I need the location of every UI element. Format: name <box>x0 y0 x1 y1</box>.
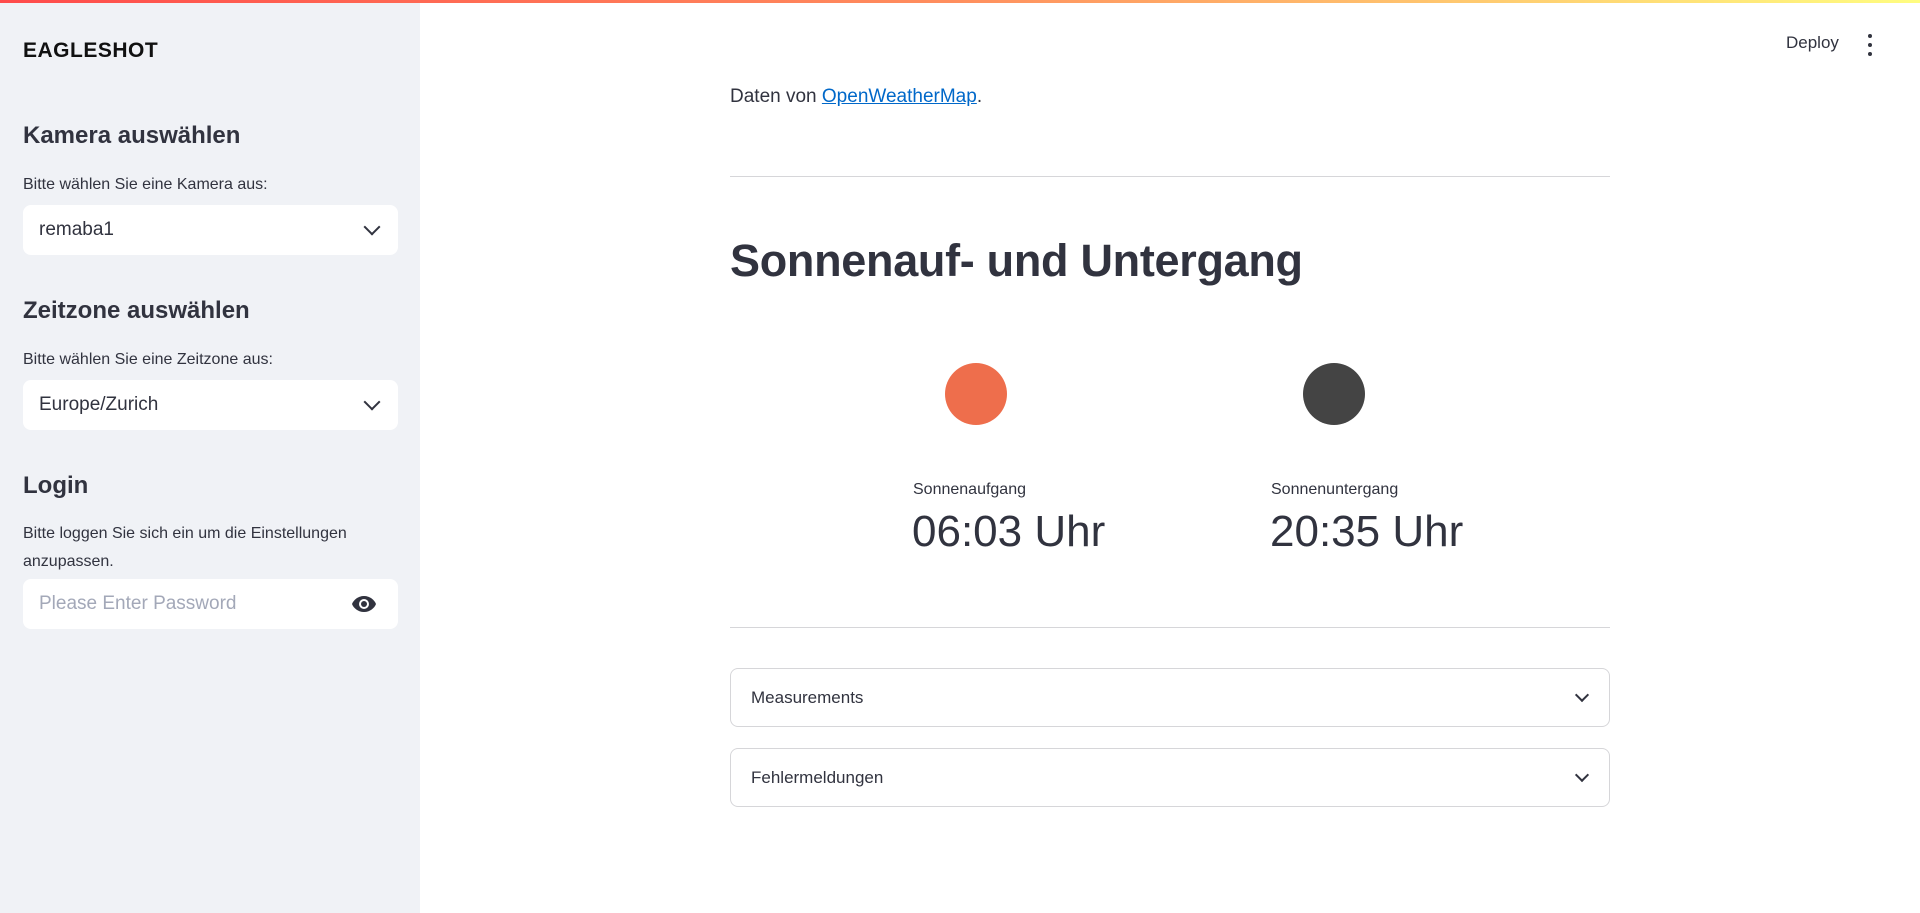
login-heading: Login <box>23 472 89 499</box>
sunrise-time: 06:03 Uhr <box>912 507 1106 556</box>
password-input[interactable] <box>23 579 342 629</box>
sunset-label: Sonnenuntergang <box>1271 481 1399 498</box>
camera-select[interactable]: remaba1 <box>23 205 398 255</box>
camera-heading: Kamera auswählen <box>23 122 241 149</box>
kebab-menu-icon[interactable] <box>1866 34 1874 56</box>
chevron-down-icon <box>363 393 381 411</box>
data-source-prefix: Daten von <box>730 86 822 107</box>
expander-label: Fehlermeldungen <box>751 767 884 787</box>
timezone-heading: Zeitzone auswählen <box>23 297 250 324</box>
data-source-line: Daten von OpenWeatherMap. <box>730 86 982 108</box>
chevron-down-icon <box>1574 767 1590 783</box>
measurements-expander[interactable]: Measurements <box>730 668 1610 727</box>
divider <box>730 627 1610 628</box>
show-password-button[interactable] <box>342 579 386 629</box>
page-title: Sonnenauf- und Untergang <box>730 235 1303 286</box>
login-label: Bitte loggen Sie sich ein um die Einstel… <box>23 525 347 570</box>
expander-label: Measurements <box>751 687 864 707</box>
timezone-label: Bitte wählen Sie eine Zeitzone aus: <box>23 351 273 368</box>
camera-label: Bitte wählen Sie eine Kamera aus: <box>23 176 268 193</box>
chevron-down-icon <box>1574 687 1590 703</box>
fehlermeldungen-expander[interactable]: Fehlermeldungen <box>730 748 1610 807</box>
sunrise-icon <box>945 363 1007 425</box>
sunrise-label: Sonnenaufgang <box>913 481 1026 498</box>
logo-text: EAGLESHOT <box>23 39 159 62</box>
sunset-time: 20:35 Uhr <box>1270 507 1464 556</box>
password-field-wrapper <box>23 579 398 629</box>
eagleshot-logo: EAGLESHOT <box>23 39 158 63</box>
openweathermap-link[interactable]: OpenWeatherMap <box>822 86 977 107</box>
chevron-down-icon <box>363 218 381 236</box>
divider <box>730 176 1610 177</box>
sunset-icon <box>1303 363 1365 425</box>
eye-icon <box>352 596 376 612</box>
camera-select-value: remaba1 <box>39 219 114 240</box>
timezone-select-value: Europe/Zurich <box>39 394 159 415</box>
deploy-button[interactable]: Deploy <box>1786 33 1839 53</box>
timezone-select[interactable]: Europe/Zurich <box>23 380 398 430</box>
sidebar: EAGLESHOT Kamera auswählen Bitte wählen … <box>0 3 420 913</box>
data-source-suffix: . <box>976 86 983 107</box>
